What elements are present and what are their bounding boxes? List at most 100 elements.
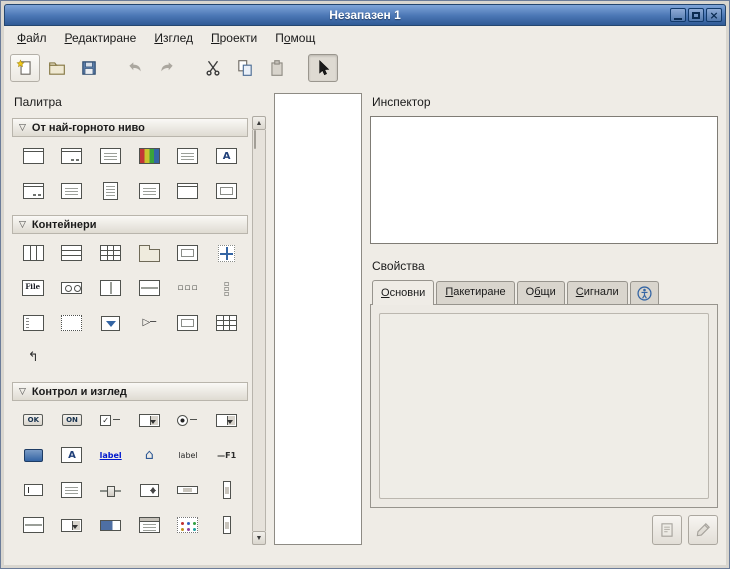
palette-item-scrolled-window[interactable] (91, 311, 130, 335)
palette-item-hscrollbar[interactable] (169, 478, 208, 502)
doc-info-button[interactable] (652, 515, 682, 545)
palette-item-notebook[interactable] (130, 241, 169, 265)
palette-item-toggle-button[interactable]: ON (53, 408, 92, 432)
tree-view-icon (139, 517, 160, 533)
palette-section-containers[interactable]: ▽ Контейнери (12, 215, 248, 234)
palette-item-vbox[interactable] (53, 241, 92, 265)
status-bar (4, 549, 726, 565)
palette-item-recent-chooser-dialog[interactable] (91, 179, 130, 203)
scrollbar-thumb[interactable] (254, 130, 256, 149)
tab-signals[interactable]: Сигнали (567, 281, 628, 304)
palette-item-button[interactable]: OK (14, 408, 53, 432)
palette-item-radio-button[interactable] (169, 408, 208, 432)
palette-item-assistant[interactable] (169, 179, 208, 203)
palette-item-hpaned[interactable] (91, 276, 130, 300)
palette-item-icon-view[interactable] (169, 513, 208, 537)
combo-box-icon (139, 414, 160, 427)
palette-item-table[interactable] (91, 241, 130, 265)
palette-item-hseparator[interactable] (14, 513, 53, 537)
palette-item-file-selection[interactable] (53, 179, 92, 203)
redo-button[interactable] (152, 54, 182, 82)
paste-button[interactable] (262, 54, 292, 82)
minimize-button[interactable] (670, 8, 686, 22)
palette-item-handle-box[interactable] (14, 311, 53, 335)
palette-item-link-button[interactable]: label (91, 443, 130, 467)
palette-item-window[interactable] (14, 144, 53, 168)
toolbar-group-selector (308, 54, 338, 82)
palette-item-expander[interactable]: ▷─ (130, 311, 169, 335)
palette-item-frame[interactable] (169, 241, 208, 265)
palette-item-message-dialog[interactable] (91, 144, 130, 168)
palette-item-label[interactable]: A (53, 443, 92, 467)
palette-item-hbutton-box[interactable]: ▫▫▫ (169, 276, 208, 300)
palette-item-menu-bar[interactable]: File (14, 276, 53, 300)
font-selection-dialog-icon: A (216, 148, 237, 164)
scroll-up-button[interactable]: ▲ (252, 116, 266, 130)
menu-projects[interactable]: Проекти (202, 28, 266, 48)
palette-item-font-button[interactable]: ⌂ (130, 443, 169, 467)
palette-item-toolbar[interactable] (53, 276, 92, 300)
palette-item-alignment[interactable]: ↰ (14, 346, 53, 370)
palette-item-accel-label[interactable]: —F1 (207, 443, 246, 467)
new-button[interactable] (10, 54, 40, 82)
palette-item-file-chooser-dialog[interactable] (169, 144, 208, 168)
text-entry-icon (24, 484, 43, 496)
palette-item-vseparator[interactable] (207, 513, 246, 537)
palette-item-hscale[interactable] (91, 478, 130, 502)
scrollbar-trough[interactable] (252, 130, 266, 531)
tab-packing[interactable]: Пакетиране (436, 281, 514, 304)
palette-item-image[interactable] (14, 443, 53, 467)
save-button[interactable] (74, 54, 104, 82)
edit-button[interactable] (688, 515, 718, 545)
palette-item-progress-bar[interactable] (91, 513, 130, 537)
palette-section-toplevel[interactable]: ▽ От най-горното ниво (12, 118, 248, 137)
cut-button[interactable] (198, 54, 228, 82)
scroll-down-button[interactable]: ▼ (252, 531, 266, 545)
palette-item-vbutton-box[interactable]: ▫ ▫ ▫ (207, 276, 246, 300)
palette-item-about-dialog[interactable] (130, 179, 169, 203)
menu-help[interactable]: Помощ (266, 28, 324, 48)
palette-item-spin-button[interactable] (130, 478, 169, 502)
hseparator-icon (23, 517, 44, 533)
open-button[interactable] (42, 54, 72, 82)
close-button[interactable]: × (706, 8, 722, 22)
hscrollbar-icon (177, 486, 198, 494)
palette-item-check-button[interactable] (91, 408, 130, 432)
menu-edit[interactable]: Редактиране (56, 28, 146, 48)
palette-item-dialog[interactable] (53, 144, 92, 168)
palette-item-font-selection-dialog[interactable]: A (207, 144, 246, 168)
palette-item-combo-box[interactable] (130, 408, 169, 432)
palette-item-color-selection-dialog[interactable] (130, 144, 169, 168)
palette-item-layout[interactable] (53, 311, 92, 335)
palette-item-vscrollbar[interactable] (207, 478, 246, 502)
tab-accessibility[interactable] (630, 281, 659, 304)
tab-general[interactable]: Основни (372, 280, 434, 305)
palette-item-text-label[interactable]: label (169, 443, 208, 467)
palette-item-input-dialog[interactable] (14, 179, 53, 203)
palette-item-viewport[interactable] (169, 311, 208, 335)
palette-item-aspect-frame[interactable] (207, 311, 246, 335)
maximize-button[interactable] (688, 8, 704, 22)
titlebar[interactable]: Незапазен 1 × (4, 4, 726, 26)
palette-item-text-entry[interactable] (14, 478, 53, 502)
properties-notebook (370, 304, 718, 508)
palette-item-combo-box-entry[interactable] (53, 513, 92, 537)
scissors-icon (204, 59, 222, 77)
palette-item-text-view[interactable] (53, 478, 92, 502)
menu-file[interactable]: Файл (8, 28, 56, 48)
inspector-view[interactable] (370, 116, 718, 244)
menu-view[interactable]: Изглед (145, 28, 202, 48)
palette-item-fixed[interactable] (207, 241, 246, 265)
selector-button[interactable] (308, 54, 338, 82)
palette-item-vpaned[interactable] (130, 276, 169, 300)
design-canvas[interactable] (274, 93, 362, 545)
palette-item-tree-view[interactable] (130, 513, 169, 537)
palette-section-controls[interactable]: ▽ Контрол и изглед (12, 382, 248, 401)
palette-item-option-menu[interactable] (207, 408, 246, 432)
copy-button[interactable] (230, 54, 260, 82)
palette-item-plug-window[interactable] (207, 179, 246, 203)
palette-item-hbox[interactable] (14, 241, 53, 265)
undo-button[interactable] (120, 54, 150, 82)
toolbar-group-file (10, 54, 104, 82)
tab-common[interactable]: Общи (517, 281, 565, 304)
